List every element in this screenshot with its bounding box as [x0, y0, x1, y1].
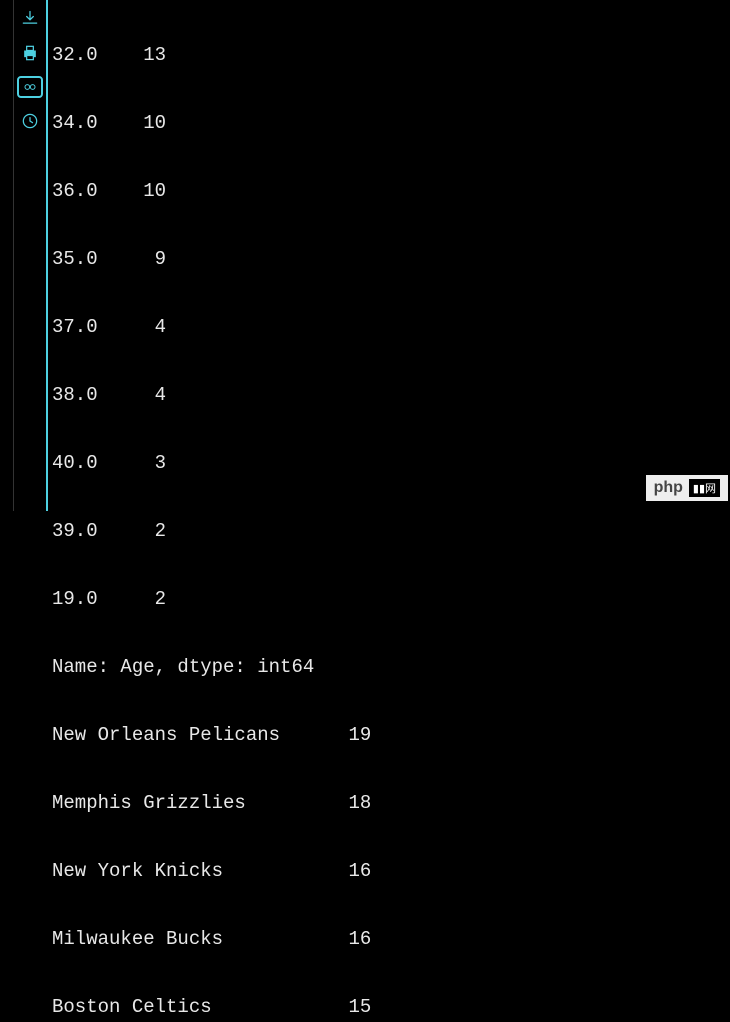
team-row: Boston Celtics 15 — [52, 990, 730, 1022]
left-gutter — [0, 0, 14, 511]
age-row: 34.0 10 — [52, 106, 730, 140]
print-icon[interactable] — [19, 42, 41, 64]
terminal-output: 32.0 13 34.0 10 36.0 10 35.0 9 37.0 4 38… — [48, 0, 730, 511]
age-row: 40.0 3 — [52, 446, 730, 480]
team-row: New York Knicks 16 — [52, 854, 730, 888]
age-row: 37.0 4 — [52, 310, 730, 344]
watermark-suffix: ▮▮网 — [689, 479, 720, 497]
age-row: 39.0 2 — [52, 514, 730, 548]
series-info: Name: Age, dtype: int64 — [52, 650, 730, 684]
age-row: 36.0 10 — [52, 174, 730, 208]
age-row: 35.0 9 — [52, 242, 730, 276]
watermark: php ▮▮网 — [646, 475, 728, 501]
team-row: Milwaukee Bucks 16 — [52, 922, 730, 956]
glasses-icon[interactable] — [17, 76, 43, 98]
age-row: 38.0 4 — [52, 378, 730, 412]
age-row: 19.0 2 — [52, 582, 730, 616]
age-row: 32.0 13 — [52, 38, 730, 72]
toolbar — [14, 0, 46, 511]
history-icon[interactable] — [19, 110, 41, 132]
team-row: Memphis Grizzlies 18 — [52, 786, 730, 820]
watermark-brand: php — [654, 479, 683, 497]
team-row: New Orleans Pelicans 19 — [52, 718, 730, 752]
download-icon[interactable] — [19, 8, 41, 30]
